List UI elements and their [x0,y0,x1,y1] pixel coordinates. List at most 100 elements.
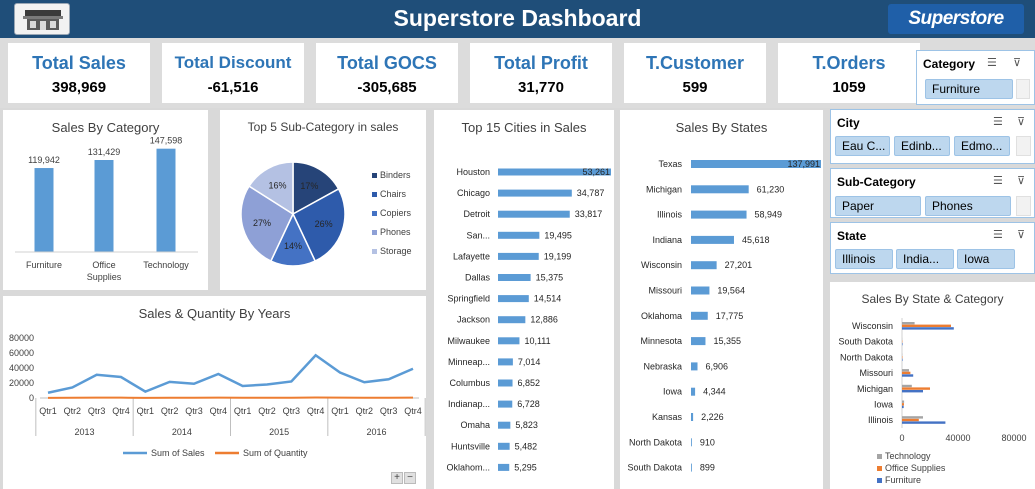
slicer-item[interactable]: Furniture [925,79,1013,99]
dashboard-title: Superstore Dashboard [393,5,642,31]
data-label: 27% [253,218,271,228]
state-slicer[interactable]: State ☰ ⊽ Illinois India... Iowa [830,222,1035,274]
data-label: 45,618 [742,235,770,245]
category-label: Wisconsin [641,260,682,270]
bar [94,159,114,252]
slicer-item[interactable]: Phones [925,196,1011,216]
data-label: 5,823 [515,420,538,430]
bar [498,358,513,366]
category-slicer[interactable]: Category ☰ ⊽ Furniture [916,50,1035,105]
city-slicer[interactable]: City ☰ ⊽ Eau C... Edinb... Edmo... [830,109,1035,164]
legend-swatch [877,454,882,459]
kpi-card-total-customer: T.Customer 599 [624,43,766,103]
category-label: Milwaukee [447,336,490,346]
legend-swatch [372,230,377,235]
kpi-label: Total Discount [174,53,292,72]
data-label: 12,886 [530,315,558,325]
kpi-label: Total GOCS [337,53,437,73]
legend-label: Chairs [380,189,407,199]
kpi-label: Total Profit [494,53,588,73]
multi-select-icon[interactable]: ☰ [993,115,1003,128]
quarter-label: Qtr1 [39,406,57,416]
kpi-value: 31,770 [518,79,564,96]
clear-filter-icon[interactable]: ⊽ [1017,228,1025,241]
kpi-card-total-orders: T.Orders 1059 [778,43,920,103]
slicer-item-empty[interactable] [1016,136,1031,156]
clear-filter-icon[interactable]: ⊽ [1013,56,1021,69]
bar [498,295,529,303]
category-label: Illinois [868,415,894,425]
legend-label: Sum of Quantity [243,448,308,458]
slicer-item-empty[interactable] [1016,196,1031,216]
multi-select-icon[interactable]: ☰ [993,228,1003,241]
multi-select-icon[interactable]: ☰ [987,56,997,69]
category-label: Columbus [449,378,490,388]
bar [691,185,749,194]
slicer-item[interactable]: Edinb... [894,136,950,156]
category-label: Oklahoma [641,311,682,321]
category-label: Dallas [465,273,491,283]
data-label: 19,495 [544,230,572,240]
x-tick-label: 80000 [1001,433,1026,443]
kpi-value: 398,969 [51,79,107,96]
category-label: Michigan [646,184,682,194]
top15-cities-panel: Top 15 Cities in Sales Houston 53,261 Chic… [434,110,614,489]
legend-swatch [372,211,377,216]
bar [691,387,696,396]
data-label: 16% [268,181,286,191]
bar [156,148,176,252]
bar [902,327,954,330]
quarter-label: Qtr4 [112,406,130,416]
data-label: 4,344 [703,387,726,397]
category-label: Missouri [648,286,682,296]
category-label: Springfield [447,294,490,304]
bar [498,442,510,450]
legend-swatch [372,192,377,197]
series-line [47,353,414,394]
data-label: 19,564 [717,286,745,296]
y-tick-label: 0 [29,393,34,403]
slicer-item[interactable]: India... [896,249,954,269]
data-label: 17,775 [716,311,744,321]
bar [691,438,692,447]
legend-label: Phones [380,227,411,237]
slicer-item[interactable]: Illinois [835,249,893,269]
clear-filter-icon[interactable]: ⊽ [1017,174,1025,187]
bar [691,463,692,472]
year-label: 2016 [366,427,386,437]
kpi-label: Total Sales [32,53,126,73]
legend-label: Storage [380,246,412,256]
expand-button[interactable]: + [391,472,403,484]
data-label: 5,482 [515,441,538,451]
slicer-item[interactable]: Paper [835,196,921,216]
bar [902,358,903,361]
slicer-title: City [837,116,860,130]
kpi-card-total-discount: Total Discount -61,516 [162,43,304,103]
bar [902,374,914,377]
data-label: 6,852 [518,378,541,388]
slicer-item[interactable]: Edmo... [954,136,1010,156]
legend-label: Technology [885,451,931,461]
category-label: Iowa [874,400,893,410]
clear-filter-icon[interactable]: ⊽ [1017,115,1025,128]
subcategory-slicer[interactable]: Sub-Category ☰ ⊽ Paper Phones [830,168,1035,218]
sales-qty-years-chart: 0 20000 40000 60000 80000 Qtr1 Qtr2 Qtr3 Qtr4 Qtr… [9,333,426,458]
multi-select-icon[interactable]: ☰ [993,174,1003,187]
category-label: Indianap... [448,399,490,409]
quarter-label: Qtr1 [137,406,155,416]
data-label: 15,375 [536,273,564,283]
slicer-item[interactable]: Iowa [957,249,1015,269]
quarter-label: Qtr2 [161,406,179,416]
bar [691,235,734,244]
category-label: Kansas [652,412,683,422]
category-label: Nebraska [643,361,682,371]
collapse-button[interactable]: − [404,472,416,484]
data-label: 147,598 [150,136,183,146]
data-label: 19,199 [544,251,572,261]
category-label: Technology [143,260,189,270]
slicer-item[interactable]: Eau C... [835,136,890,156]
category-label: Iowa [663,387,682,397]
bar [691,413,694,421]
slicer-item-empty[interactable] [1016,79,1030,99]
legend-label: Copiers [380,208,412,218]
